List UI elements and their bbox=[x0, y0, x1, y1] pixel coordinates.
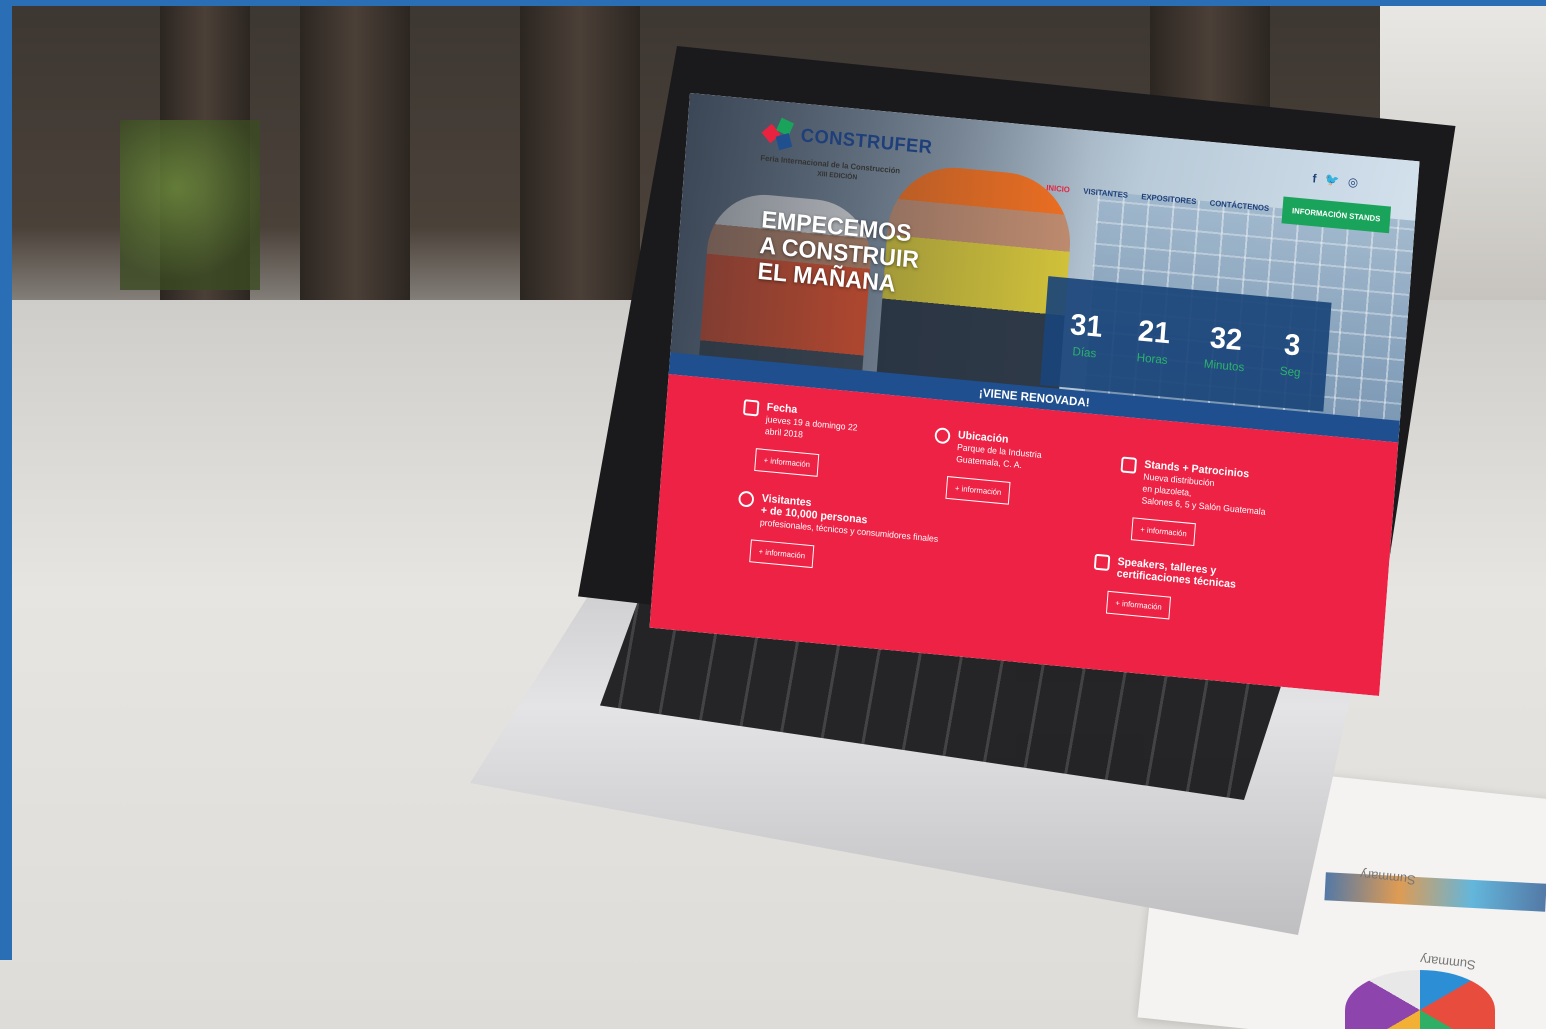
countdown-value: 21 bbox=[1136, 314, 1172, 350]
countdown-value: 31 bbox=[1069, 307, 1104, 344]
stand-booth-icon bbox=[1120, 456, 1138, 474]
fecha-info-button[interactable]: + información bbox=[754, 448, 820, 477]
nav-item-expositores[interactable]: EXPOSITORES bbox=[1141, 192, 1197, 206]
laptop-screen-website: CONSTRUFER Feria Internacional de la Con… bbox=[649, 93, 1420, 696]
stands-info-button[interactable]: + información bbox=[1130, 517, 1197, 547]
plant-greenery bbox=[120, 120, 260, 290]
people-icon bbox=[737, 490, 755, 508]
nav-item-inicio[interactable]: INICIO bbox=[1046, 183, 1070, 194]
info-stands: Stands + Patrocinios Nueva distribución … bbox=[1115, 456, 1342, 560]
social-links: f 🐦 ◎ bbox=[1312, 171, 1359, 189]
info-visitantes: Visitantes + de 10,000 personas profesio… bbox=[734, 490, 989, 584]
nav-item-visitantes[interactable]: VISITANTES bbox=[1083, 187, 1128, 200]
countdown-seconds: 3 Seg bbox=[1279, 327, 1303, 380]
wood-railing-post bbox=[300, 0, 410, 300]
speakers-info-button[interactable]: + información bbox=[1105, 590, 1172, 620]
info-speakers: Speakers, talleres y certificaciones téc… bbox=[1091, 553, 1307, 632]
info-ubicacion: Ubicación Parque de la Industria Guatema… bbox=[930, 427, 1108, 513]
frame-border-left bbox=[0, 0, 12, 960]
countdown-minutes: 32 Minutos bbox=[1203, 320, 1247, 374]
visitantes-info-button[interactable]: + información bbox=[749, 539, 815, 569]
instagram-icon[interactable]: ◎ bbox=[1347, 175, 1358, 190]
location-pin-icon bbox=[934, 427, 951, 445]
countdown-label: Horas bbox=[1136, 349, 1169, 367]
calendar-icon bbox=[742, 399, 760, 417]
twitter-icon[interactable]: 🐦 bbox=[1324, 173, 1339, 188]
countdown-value: 32 bbox=[1208, 320, 1244, 357]
countdown-value: 3 bbox=[1283, 327, 1302, 362]
wood-railing-post bbox=[520, 0, 640, 300]
logo-mark-icon bbox=[761, 117, 795, 151]
countdown-label: Minutos bbox=[1203, 356, 1245, 374]
ubicacion-info-button[interactable]: + información bbox=[945, 476, 1011, 505]
facebook-icon[interactable]: f bbox=[1312, 171, 1317, 185]
frame-border-top bbox=[0, 0, 1546, 6]
hero-headline: EMPECEMOS A CONSTRUIR EL MAÑANA bbox=[757, 206, 922, 299]
countdown-label: Seg bbox=[1279, 363, 1302, 380]
speaker-icon bbox=[1093, 553, 1111, 571]
info-fecha: Fecha jueves 19 a domingo 22 abril 2018 … bbox=[739, 399, 917, 485]
countdown-hours: 21 Horas bbox=[1136, 314, 1172, 367]
nav-item-contactenos[interactable]: CONTÁCTENOS bbox=[1209, 199, 1269, 213]
countdown-label: Días bbox=[1072, 343, 1097, 360]
countdown-days: 31 Días bbox=[1068, 307, 1104, 361]
